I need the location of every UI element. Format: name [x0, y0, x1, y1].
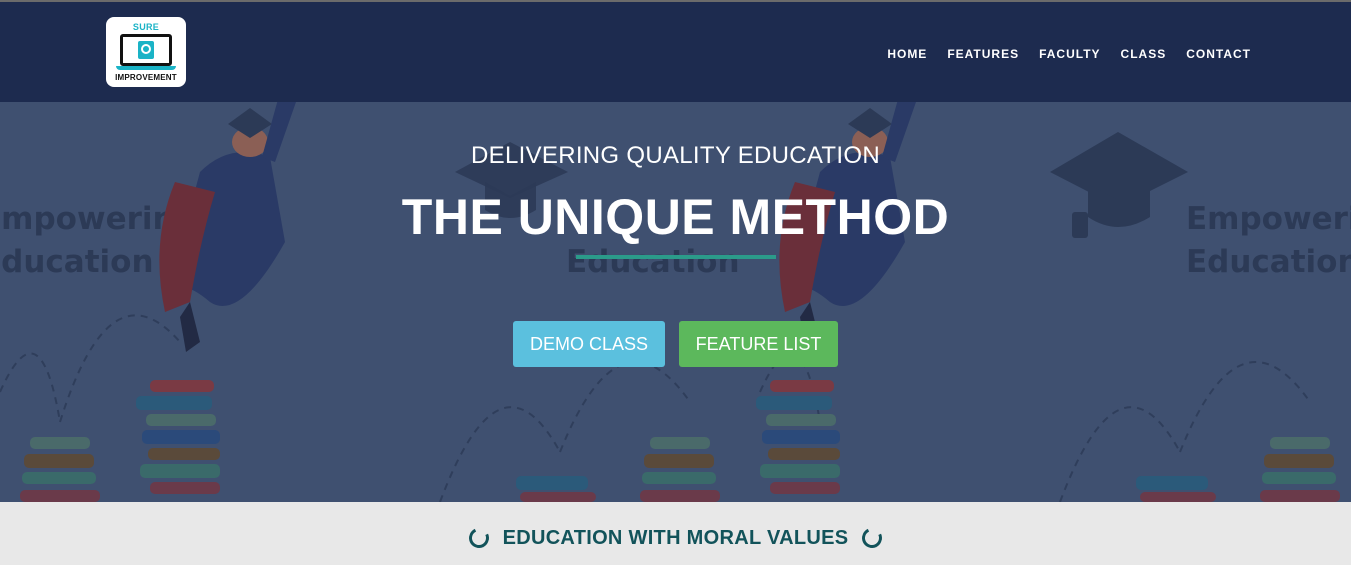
nav-home[interactable]: HOME — [887, 46, 927, 62]
book-icon — [138, 41, 154, 59]
title-underline — [576, 255, 776, 259]
hero-subtitle: DELIVERING QUALITY EDUCATION — [471, 142, 880, 169]
site-logo[interactable]: SURE IMPROVEMENT — [106, 17, 186, 87]
bg-word-2-left: Education — [0, 244, 154, 280]
check-icon — [141, 44, 151, 54]
bg-word-2-right: Education — [1186, 244, 1351, 280]
nav-faculty[interactable]: FACULTY — [1039, 46, 1100, 62]
bg-word-2-mid: Education — [566, 244, 740, 280]
logo-top-text: SURE — [132, 22, 160, 32]
band-heading: EDUCATION WITH MORAL VALUES — [502, 526, 849, 549]
demo-class-button[interactable]: DEMO CLASS — [513, 321, 665, 367]
spinner-icon-left — [465, 525, 492, 551]
nav-class[interactable]: CLASS — [1121, 46, 1167, 62]
nav-features[interactable]: FEATURES — [947, 46, 1019, 62]
logo-bottom-text: IMPROVEMENT — [115, 73, 177, 82]
main-nav: HOME FEATURES FACULTY CLASS CONTACT — [887, 46, 1251, 62]
feature-list-button[interactable]: FEATURE LIST — [679, 321, 838, 367]
hero-title: THE UNIQUE METHOD — [401, 189, 950, 245]
hero-section: Empowering Education Education Empowerin… — [0, 102, 1351, 502]
laptop-icon — [120, 34, 172, 66]
laptop-base — [116, 66, 176, 70]
navbar: SURE IMPROVEMENT HOME FEATURES FACULTY C… — [0, 2, 1351, 102]
moral-values-band: EDUCATION WITH MORAL VALUES — [0, 502, 1351, 565]
nav-contact[interactable]: CONTACT — [1186, 46, 1251, 62]
band-content: EDUCATION WITH MORAL VALUES — [0, 525, 1351, 551]
spinner-icon-right — [859, 525, 886, 551]
